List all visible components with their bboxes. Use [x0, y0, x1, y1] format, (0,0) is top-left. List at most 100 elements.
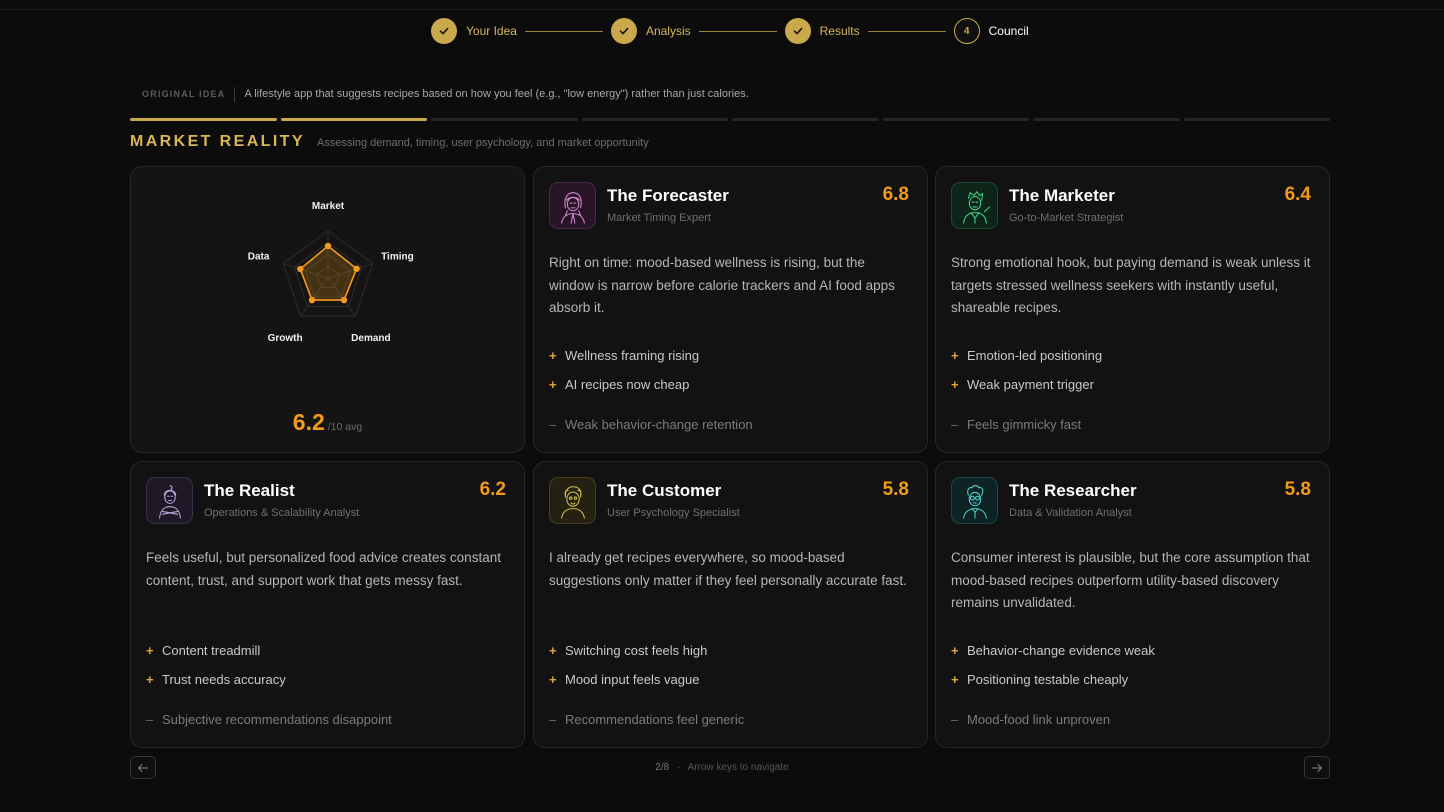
section-progress — [130, 118, 1330, 121]
pro-point: + Weak payment trigger — [951, 377, 1094, 392]
average-score-value: 6.2 — [292, 409, 325, 435]
progress-segment — [1183, 118, 1330, 121]
radar-data-point — [324, 242, 332, 250]
con-point: – Recommendations feel generic — [549, 712, 744, 727]
pro-text: Wellness framing rising — [565, 348, 700, 363]
con-text: Subjective recommendations disappoint — [162, 712, 392, 727]
radar-axis-label: Timing — [381, 251, 414, 262]
original-idea-text: A lifestyle app that suggests recipes ba… — [244, 88, 749, 100]
progress-segment — [882, 118, 1029, 121]
council-card-customer[interactable]: The Customer User Psychology Specialist … — [533, 461, 928, 748]
plus-icon: + — [549, 348, 557, 363]
step-your-idea[interactable]: Your Idea — [431, 18, 517, 44]
card-score: 5.8 — [882, 479, 909, 500]
pro-text: Mood input feels vague — [565, 672, 700, 687]
check-icon — [431, 18, 457, 44]
arrow-right-icon — [1311, 763, 1323, 772]
woman-portrait-icon — [549, 182, 596, 229]
card-role: Data & Validation Analyst — [1009, 507, 1132, 519]
card-score: 6.2 — [479, 479, 506, 500]
plus-icon: + — [951, 672, 959, 687]
radar-data-point — [340, 296, 348, 304]
step-results[interactable]: Results — [784, 18, 860, 44]
card-title: The Forecaster — [607, 186, 729, 205]
plus-icon: + — [146, 643, 154, 658]
check-icon — [610, 18, 637, 44]
pro-point: + Mood input feels vague — [549, 672, 699, 687]
original-idea-tag: ORIGINAL IDEA — [142, 89, 226, 99]
minus-icon: – — [549, 712, 557, 727]
council-card-forecaster[interactable]: The Forecaster Market Timing Expert 6.8 … — [533, 166, 928, 453]
pro-point: + Content treadmill — [146, 643, 260, 658]
radar-axis-label: Growth — [268, 333, 303, 344]
average-score: 6.2/10 avg — [131, 409, 524, 436]
radar-data-area — [299, 245, 358, 301]
pro-point: + Switching cost feels high — [549, 643, 707, 658]
pro-point: + Wellness framing rising — [549, 348, 699, 363]
plus-icon: + — [549, 672, 557, 687]
progress-segment — [732, 118, 879, 121]
radar-data-point — [297, 265, 304, 273]
card-quote: Right on time: mood-based wellness is ri… — [549, 255, 895, 315]
step-label: Council — [988, 24, 1029, 38]
woman-arms-crossed-icon — [146, 477, 193, 524]
progress-segment — [280, 118, 427, 121]
card-score: 5.8 — [1284, 479, 1311, 500]
minus-icon: – — [146, 712, 154, 727]
council-card-researcher[interactable]: The Researcher Data & Validation Analyst… — [935, 461, 1330, 748]
separator: · — [676, 762, 681, 773]
council-card-marketer[interactable]: The Marketer Go-to-Market Strategist 6.4… — [935, 166, 1330, 453]
con-point: – Weak behavior-change retention — [549, 417, 753, 432]
con-text: Feels gimmicky fast — [967, 417, 1082, 432]
average-score-suffix: /10 avg — [327, 421, 363, 433]
card-quote: Feels useful, but personalized food advi… — [146, 550, 501, 588]
progress-segment — [581, 118, 728, 121]
pro-text: Positioning testable cheaply — [967, 672, 1129, 687]
card-quote: Strong emotional hook, but paying demand… — [951, 255, 1311, 315]
card-title: The Marketer — [1009, 186, 1115, 205]
plus-icon: + — [951, 643, 959, 658]
pro-text: Trust needs accuracy — [162, 672, 286, 687]
next-button[interactable] — [1304, 756, 1330, 779]
progress-segment — [1033, 118, 1180, 121]
top-divider — [0, 9, 1444, 10]
radar-data-point — [353, 265, 360, 272]
minus-icon: – — [951, 712, 959, 727]
researcher-portrait-icon — [951, 477, 998, 524]
card-role: Market Timing Expert — [607, 212, 711, 224]
card-title: The Realist — [204, 481, 295, 500]
man-portrait-icon — [951, 182, 998, 229]
radar-card: Market Timing Demand Growth Data 6.2/10 avg — [130, 166, 525, 453]
progress-segment — [130, 118, 277, 121]
con-text: Mood-food link unproven — [967, 712, 1111, 727]
original-idea: ORIGINAL IDEA A lifestyle app that sugge… — [142, 86, 749, 102]
plus-icon: + — [146, 672, 154, 687]
pro-text: AI recipes now cheap — [565, 377, 690, 392]
plus-icon: + — [951, 348, 959, 363]
pro-text: Weak payment trigger — [967, 377, 1094, 392]
plus-icon: + — [951, 377, 959, 392]
plus-icon: + — [549, 377, 557, 392]
step-label: Your Idea — [466, 24, 517, 38]
section-title: MARKET REALITY — [130, 133, 305, 150]
page-indicator: 2/8 — [655, 762, 670, 773]
council-card-realist[interactable]: The Realist Operations & Scalability Ana… — [130, 461, 525, 748]
step-label: Results — [819, 24, 860, 38]
pro-text: Switching cost feels high — [565, 643, 708, 658]
card-quote: I already get recipes everywhere, so moo… — [549, 550, 907, 588]
card-score: 6.4 — [1284, 184, 1311, 205]
con-text: Recommendations feel generic — [565, 712, 745, 727]
customer-portrait-icon — [549, 477, 596, 524]
step-connector — [867, 30, 946, 32]
radar-data-point — [308, 296, 316, 304]
keyboard-hint: Arrow keys to navigate — [687, 762, 789, 773]
step-analysis[interactable]: Analysis — [610, 18, 691, 44]
check-icon — [784, 18, 811, 44]
progress-stepper: Your Idea Analysis Results 4 Council — [431, 18, 1029, 44]
card-role: User Psychology Specialist — [607, 507, 740, 519]
pro-point: + Trust needs accuracy — [146, 672, 286, 687]
progress-segment — [431, 118, 578, 121]
con-point: – Subjective recommendations disappoint — [146, 712, 392, 727]
step-council[interactable]: 4 Council — [953, 18, 1029, 44]
card-title: The Customer — [607, 481, 722, 500]
